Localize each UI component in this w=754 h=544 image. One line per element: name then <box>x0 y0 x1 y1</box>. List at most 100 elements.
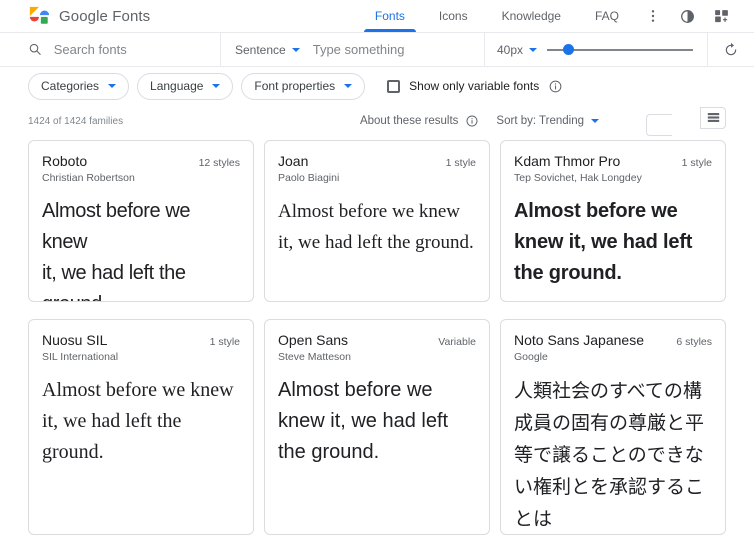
font-properties-filter-chip[interactable]: Font properties <box>241 73 365 100</box>
font-name: Roboto <box>42 153 87 169</box>
card-header: Roboto 12 styles <box>42 153 240 169</box>
card-header: Joan 1 style <box>278 153 476 169</box>
font-card-noto-sans-japanese[interactable]: Noto Sans Japanese 6 styles Google 人類社会の… <box>500 319 726 535</box>
sort-by-select[interactable]: Sort by: Trending <box>496 115 599 127</box>
font-size-select[interactable]: 40px <box>497 43 537 57</box>
tab-icons[interactable]: Icons <box>422 0 485 32</box>
variable-fonts-filter: Show only variable fonts <box>387 79 563 94</box>
selected-families-button[interactable] <box>704 0 738 32</box>
designer-name: Google <box>514 351 712 363</box>
info-icon[interactable] <box>548 79 563 94</box>
font-properties-label: Font properties <box>254 79 335 93</box>
font-size-value: 40px <box>497 43 523 57</box>
chevron-down-icon <box>344 84 352 88</box>
variable-fonts-label: Show only variable fonts <box>409 79 539 93</box>
list-view-icon <box>706 111 721 124</box>
card-header: Kdam Thmor Pro 1 style <box>514 153 712 169</box>
view-toggle <box>618 107 726 136</box>
filter-row: Categories Language Font properties Show… <box>0 67 754 105</box>
tab-knowledge-label: Knowledge <box>502 9 561 23</box>
designer-name: Christian Robertson <box>42 172 240 184</box>
header-nav: Fonts Icons Knowledge FAQ <box>358 0 738 32</box>
font-card-open-sans[interactable]: Open Sans Variable Steve Matteson Almost… <box>264 319 490 535</box>
style-count-badge: Variable <box>438 336 476 348</box>
font-card-roboto[interactable]: Roboto 12 styles Christian Robertson Alm… <box>28 140 254 302</box>
grid-view-button[interactable] <box>646 114 672 136</box>
about-results-label[interactable]: About these results <box>360 115 458 127</box>
font-card-joan[interactable]: Joan 1 style Paolo Biagini Almost before… <box>264 140 490 302</box>
chevron-down-icon <box>591 119 599 123</box>
info-icon[interactable] <box>465 114 479 128</box>
tab-faq[interactable]: FAQ <box>578 0 636 32</box>
tab-fonts[interactable]: Fonts <box>358 0 422 32</box>
sort-by-label: Sort by: Trending <box>496 115 584 127</box>
preview-toolbar: Sentence 40px <box>0 33 754 67</box>
sample-text: Almost before we knew it, we had left th… <box>42 375 240 468</box>
style-count-badge: 12 styles <box>199 157 240 169</box>
style-count-badge: 1 style <box>210 336 240 348</box>
apps-grid-plus-icon <box>713 8 730 25</box>
chevron-down-icon <box>529 48 537 52</box>
app-header: Google Fonts Fonts Icons Knowledge FAQ <box>0 0 754 33</box>
font-name: Joan <box>278 153 308 169</box>
designer-name: Paolo Biagini <box>278 172 476 184</box>
results-bar: 1424 of 1424 families About these result… <box>0 109 754 133</box>
font-name: Nuosu SIL <box>42 332 107 348</box>
active-tab-underline <box>364 29 416 32</box>
sample-text: Almost before we knew it, we had left th… <box>278 375 476 468</box>
font-cards-grid: Roboto 12 styles Christian Robertson Alm… <box>28 140 726 535</box>
style-count-badge: 1 style <box>446 157 476 169</box>
slider-thumb[interactable] <box>563 44 574 55</box>
search-input[interactable] <box>54 42 220 57</box>
font-size-slider[interactable] <box>547 43 693 57</box>
designer-name: Tep Sovichet, Hak Longdey <box>514 172 712 184</box>
font-name: Noto Sans Japanese <box>514 332 644 348</box>
designer-name: SIL International <box>42 351 240 363</box>
font-size-section: 40px <box>485 33 707 66</box>
google-fonts-app: Google Fonts Fonts Icons Knowledge FAQ <box>0 0 754 544</box>
more-vert-icon <box>645 8 661 24</box>
google-fonts-logo <box>28 5 50 27</box>
dark-mode-icon <box>679 8 696 25</box>
theme-toggle-button[interactable] <box>670 0 704 32</box>
results-controls: About these results Sort by: Trending <box>360 107 726 136</box>
tab-fonts-label: Fonts <box>375 9 405 23</box>
chevron-down-icon <box>292 48 300 52</box>
sample-text: 人類社会のすべての構 成員の固有の尊厳と平 等で譲ることのできな い権利とを承認… <box>514 375 712 535</box>
preview-mode-value: Sentence <box>235 43 286 57</box>
style-count-badge: 6 styles <box>676 336 712 348</box>
preview-text-section: Sentence <box>221 33 484 66</box>
font-name: Open Sans <box>278 332 348 348</box>
style-count-badge: 1 style <box>682 157 712 169</box>
refresh-section <box>708 33 754 66</box>
preview-mode-select[interactable]: Sentence <box>235 43 300 57</box>
font-name: Kdam Thmor Pro <box>514 153 620 169</box>
refresh-icon <box>723 42 739 58</box>
sample-text: Almost before we knew it, we had left th… <box>42 196 240 302</box>
tab-knowledge[interactable]: Knowledge <box>485 0 578 32</box>
preview-text-input[interactable] <box>313 42 470 57</box>
card-header: Nuosu SIL 1 style <box>42 332 240 348</box>
chevron-down-icon <box>108 84 116 88</box>
sample-text: Almost before we knew it, we had left th… <box>514 196 712 289</box>
sample-text: Almost before we knew it, we had left th… <box>278 196 476 258</box>
variable-fonts-checkbox[interactable] <box>387 80 400 93</box>
app-title: Google Fonts <box>59 8 150 25</box>
chevron-down-icon <box>212 84 220 88</box>
font-card-kdam-thmor-pro[interactable]: Kdam Thmor Pro 1 style Tep Sovichet, Hak… <box>500 140 726 302</box>
tab-icons-label: Icons <box>439 9 468 23</box>
logo-area[interactable]: Google Fonts <box>28 5 150 27</box>
designer-name: Steve Matteson <box>278 351 476 363</box>
font-card-nuosu-sil[interactable]: Nuosu SIL 1 style SIL International Almo… <box>28 319 254 535</box>
categories-label: Categories <box>41 79 99 93</box>
language-label: Language <box>150 79 203 93</box>
reset-preview-button[interactable] <box>714 33 748 66</box>
results-count: 1424 of 1424 families <box>28 116 123 127</box>
tab-faq-label: FAQ <box>595 9 619 23</box>
language-filter-chip[interactable]: Language <box>137 73 233 100</box>
categories-filter-chip[interactable]: Categories <box>28 73 129 100</box>
search-icon <box>28 41 43 58</box>
list-view-button[interactable] <box>700 107 726 129</box>
more-menu-button[interactable] <box>636 0 670 32</box>
search-section <box>0 33 220 66</box>
